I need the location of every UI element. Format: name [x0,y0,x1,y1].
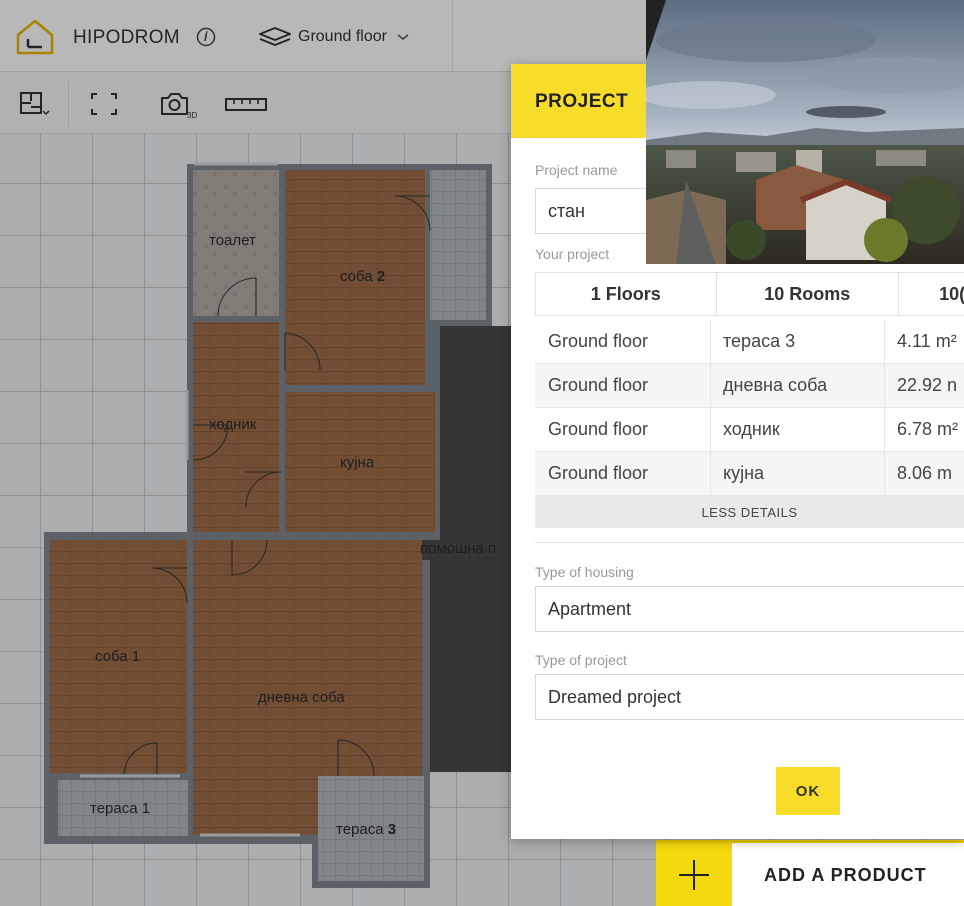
housing-type-label: Type of housing [535,564,634,580]
table-cell-floor: Ground floor [535,319,711,364]
your-project-label: Your project [535,246,610,262]
table-cell-floor: Ground floor [535,451,711,496]
table-row: Ground floor кујна 8.06 m [535,451,964,496]
table-cell-room: дневна соба [711,363,885,408]
rooms-table: Ground floor тераса 3 4.11 m² Ground flo… [535,319,964,496]
table-row: Ground floor ходник 6.78 m² [535,407,964,452]
project-summary: 1 Floors 10 Rooms 10( [535,272,964,316]
table-cell-room: ходник [711,407,885,452]
project-type-field[interactable] [535,674,964,720]
summary-area: 10( [939,283,964,304]
table-cell-area: 6.78 m² [897,419,959,439]
project-photo [646,0,964,264]
add-product-label: ADD A PRODUCT [764,865,927,885]
add-product-button[interactable]: ADD A PRODUCT [656,840,964,906]
project-name-label: Project name [535,162,618,178]
summary-floors: 1 Floors [536,273,717,315]
table-cell-area: 22.92 n [897,375,958,395]
table-cell-area: 8.06 m [897,463,953,483]
ok-button[interactable]: OK [776,767,840,815]
table-cell-area: 4.11 m² [897,331,957,351]
summary-rooms: 10 Rooms [717,273,900,315]
table-cell-floor: Ground floor [535,407,711,452]
table-cell-floor: Ground floor [535,363,711,408]
project-type-label: Type of project [535,652,627,668]
table-cell-room: кујна [711,451,885,496]
modal-title: PROJECT [535,91,629,112]
housing-type-field[interactable] [535,586,964,632]
table-row: Ground floor тераса 3 4.11 m² [535,319,964,364]
plus-icon [656,843,732,906]
less-details-button[interactable]: LESS DETAILS [535,496,964,528]
table-row: Ground floor дневна соба 22.92 n [535,363,964,408]
section-divider [535,542,964,543]
table-cell-room: тераса 3 [711,319,885,364]
